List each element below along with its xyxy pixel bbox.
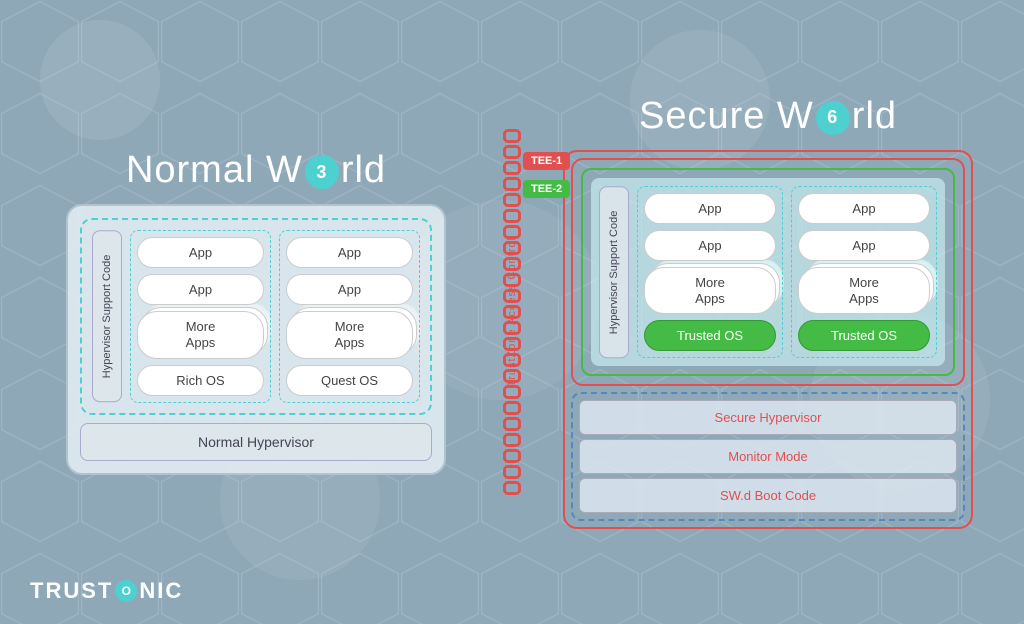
chain-link-22 bbox=[503, 465, 521, 479]
normal-col2: App App MoreApps Quest OS bbox=[279, 230, 420, 402]
secure-col1-trusted-os: Trusted OS bbox=[644, 320, 776, 351]
secure-content: Hypervisor Support Code App App M bbox=[591, 178, 945, 366]
normal-col2-more-apps-stack: MoreApps bbox=[286, 311, 413, 358]
normal-columns-row: Hypervisor Support Code App App MoreApps bbox=[92, 230, 420, 402]
chain-link-23 bbox=[503, 481, 521, 495]
main-container: Normal W3rld Hypervisor Support Code App… bbox=[0, 0, 1024, 624]
chain-link-19 bbox=[503, 417, 521, 431]
secure-col1-app2: App bbox=[644, 230, 776, 261]
normal-col2-app1: App bbox=[286, 237, 413, 268]
normal-col2-more-apps: MoreApps bbox=[286, 311, 413, 358]
normal-world-icon: 3 bbox=[305, 155, 339, 189]
chain-link-3 bbox=[503, 161, 521, 175]
normal-col1-more-apps: MoreApps bbox=[137, 311, 264, 358]
secure-hypervisor-section: Secure Hypervisor Monitor Mode SW.d Boot… bbox=[571, 392, 965, 521]
normal-col2-os: Quest OS bbox=[286, 365, 413, 396]
chain-link-4 bbox=[503, 177, 521, 191]
normal-inner-dashed: Hypervisor Support Code App App MoreApps bbox=[80, 218, 432, 414]
secure-col2: App App MoreApps Trusted OS bbox=[791, 186, 937, 358]
normal-col1-os: Rich OS bbox=[137, 365, 264, 396]
secure-col2-trusted-os: Trusted OS bbox=[798, 320, 930, 351]
normal-col1: App App MoreApps Rich OS bbox=[130, 230, 271, 402]
logo-o-icon: O bbox=[115, 580, 137, 602]
normal-world-title: Normal W3rld bbox=[126, 149, 386, 192]
secure-col1-more-apps-stack: MoreApps bbox=[644, 267, 776, 314]
secure-columns-row: Hypervisor Support Code App App M bbox=[599, 186, 937, 358]
secure-col2-more-apps-stack: MoreApps bbox=[798, 267, 930, 314]
chain-link-20 bbox=[503, 433, 521, 447]
secure-world-title: Secure W6rld bbox=[639, 95, 897, 138]
secure-col1: App App MoreApps Trusted OS bbox=[637, 186, 783, 358]
normal-hypervisor-support-label: Hypervisor Support Code bbox=[92, 230, 122, 402]
chain-link-5 bbox=[503, 193, 521, 207]
normal-world-section: Normal W3rld Hypervisor Support Code App… bbox=[30, 149, 482, 474]
logo-text-trust: TRUST bbox=[30, 578, 113, 604]
trustzone-label: TrustZone Access Control bbox=[506, 237, 518, 387]
secure-tee2-box: Hypervisor Support Code App App M bbox=[581, 168, 955, 376]
secure-col2-app1: App bbox=[798, 193, 930, 224]
normal-col1-more-apps-stack: MoreApps bbox=[137, 311, 264, 358]
tee2-label: TEE-2 bbox=[523, 180, 570, 198]
chain-link-6 bbox=[503, 209, 521, 223]
chain-link-2 bbox=[503, 145, 521, 159]
secure-col1-app1: App bbox=[644, 193, 776, 224]
chain-link-21 bbox=[503, 449, 521, 463]
swdboot-bar: SW.d Boot Code bbox=[579, 478, 957, 513]
chain-link-1 bbox=[503, 129, 521, 143]
secure-col2-more-apps: MoreApps bbox=[798, 267, 930, 314]
normal-world-box: Hypervisor Support Code App App MoreApps bbox=[66, 204, 446, 474]
secure-hypervisor-support-label: Hypervisor Support Code bbox=[599, 186, 629, 358]
trustzone-divider: TrustZone Access Control bbox=[482, 52, 542, 572]
secure-col2-app2: App bbox=[798, 230, 930, 261]
monitor-mode-bar: Monitor Mode bbox=[579, 439, 957, 474]
normal-col1-app2: App bbox=[137, 274, 264, 305]
secure-world-icon: 6 bbox=[816, 101, 850, 135]
secure-world-section: Secure W6rld TEE-1 TEE-2 Hypervisor Supp… bbox=[542, 95, 994, 529]
secure-col1-more-apps: MoreApps bbox=[644, 267, 776, 314]
logo-text-nic: NIC bbox=[139, 578, 183, 604]
secure-hypervisor-bar: Secure Hypervisor bbox=[579, 400, 957, 435]
trustonic-logo: TRUSTONIC bbox=[30, 578, 183, 604]
chain-link-18 bbox=[503, 401, 521, 415]
normal-hypervisor-bar: Normal Hypervisor bbox=[80, 423, 432, 461]
normal-col1-app1: App bbox=[137, 237, 264, 268]
secure-outer-red-box: TEE-1 TEE-2 Hypervisor Support Code bbox=[563, 150, 973, 529]
secure-tee1-box: Hypervisor Support Code App App M bbox=[571, 158, 965, 386]
secure-app-columns: App App MoreApps Trusted OS bbox=[637, 186, 937, 358]
normal-app-columns: App App MoreApps Rich OS App bbox=[130, 230, 420, 402]
tee1-label: TEE-1 bbox=[523, 152, 570, 170]
normal-col2-app2: App bbox=[286, 274, 413, 305]
